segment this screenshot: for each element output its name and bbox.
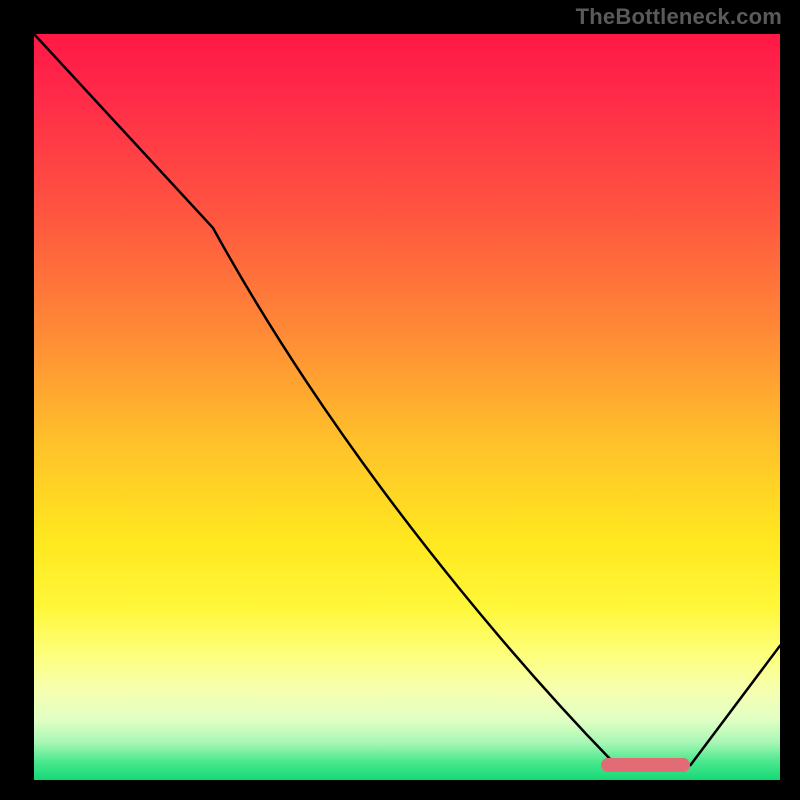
optimal-range-marker bbox=[601, 758, 691, 772]
bottleneck-curve bbox=[34, 34, 780, 780]
plot-area bbox=[34, 34, 780, 780]
attribution-label: TheBottleneck.com bbox=[576, 4, 782, 30]
chart-frame: TheBottleneck.com bbox=[0, 0, 800, 800]
